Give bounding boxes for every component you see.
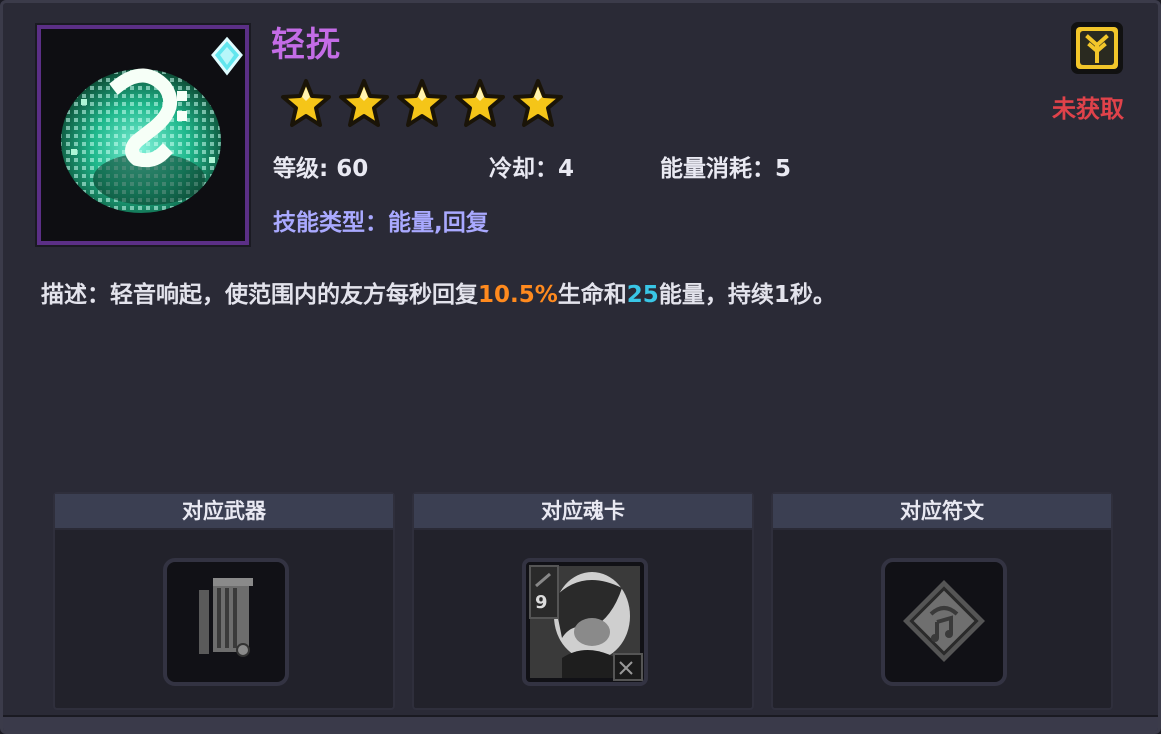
lyre-weapon-icon[interactable] (163, 558, 289, 686)
star-icon (339, 79, 389, 127)
star-icon (455, 79, 505, 127)
description-prefix: 描述：轻音响起，使范围内的友方每秒回复 (41, 282, 478, 308)
skill-energy-cost: 能量消耗：5 (660, 156, 792, 182)
panel-bottom-rim (3, 715, 1158, 731)
skill-cooldown: 冷却：4 (489, 156, 575, 182)
acquisition-status: 未获取 (1052, 95, 1124, 123)
soul-card[interactable]: 对应魂卡 9 (412, 492, 754, 710)
skill-type: 技能类型：能量,回复 (273, 203, 489, 237)
soul-card-title: 对应魂卡 (414, 494, 752, 530)
skill-description: 描述：轻音响起，使范围内的友方每秒回复10.5%生命和25能量，持续1秒。 (41, 275, 836, 309)
character-portrait-card[interactable]: 9 (522, 558, 648, 686)
rune-card-title: 对应符文 (773, 494, 1111, 530)
rune-card[interactable]: 对应符文 (771, 492, 1113, 710)
music-note-orb-icon (41, 29, 245, 241)
heal-value: 10.5% (478, 282, 558, 308)
diamond-music-rune-icon[interactable] (881, 558, 1007, 686)
star-icon (397, 79, 447, 127)
weapon-card-title: 对应武器 (55, 494, 393, 530)
star-icon (281, 79, 331, 127)
skill-type-label: 技能类型： (273, 210, 388, 236)
skill-detail-panel: 轻抚 等级: 60 冷却：4 能量消耗：5 技能类型：能量,回复 描述：轻音响起… (0, 0, 1161, 734)
star-rating (279, 77, 565, 131)
description-suffix: 能量，持续1秒。 (658, 282, 836, 308)
soul-card-level: 9 (535, 592, 548, 613)
energy-value: 25 (626, 282, 659, 308)
skill-name: 轻抚 (271, 25, 341, 65)
branch-badge-icon[interactable] (1070, 21, 1124, 75)
star-icon (513, 79, 563, 127)
skill-level: 等级: 60 (273, 156, 369, 182)
skill-icon-frame (37, 25, 249, 245)
description-mid: 生命和 (557, 282, 627, 308)
skill-type-value: 能量,回复 (388, 210, 489, 236)
weapon-card[interactable]: 对应武器 (53, 492, 395, 710)
